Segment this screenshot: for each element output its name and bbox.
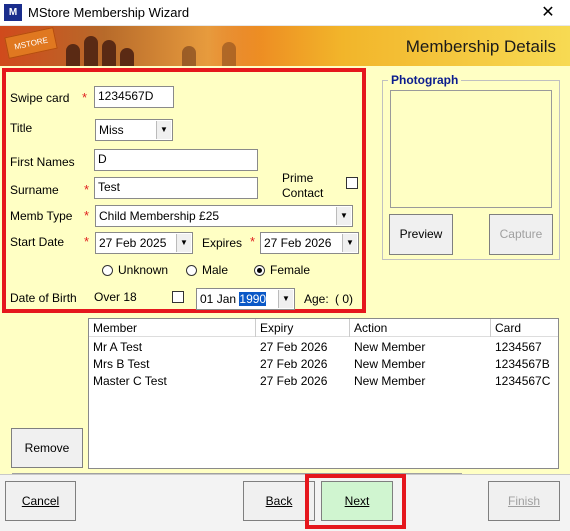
gender-unknown-radio[interactable] <box>102 265 113 276</box>
start-date-value: 27 Feb 2025 <box>99 236 167 250</box>
swipe-card-input[interactable]: 1234567D <box>94 86 174 108</box>
action-cell: New Member <box>354 340 426 354</box>
over-18-checkbox[interactable] <box>172 291 184 303</box>
photograph-group-title: Photograph <box>388 73 462 87</box>
surname-input[interactable]: Test <box>94 177 258 199</box>
banner-people-image <box>62 32 262 66</box>
cancel-button[interactable]: Cancel <box>5 481 76 521</box>
page-title: Membership Details <box>405 37 556 56</box>
table-row[interactable]: Mr A Test 27 Feb 2026 New Member 1234567 <box>89 339 558 356</box>
memb-type-label: Memb Type <box>10 209 73 223</box>
expiry-cell: 27 Feb 2026 <box>260 374 328 388</box>
gender-male-label[interactable]: Male <box>202 263 228 277</box>
memb-type-select[interactable]: Child Membership £25 ▼ <box>95 205 353 227</box>
gender-male-radio[interactable] <box>186 265 197 276</box>
column-header-card[interactable]: Card <box>491 319 558 337</box>
dob-year: 1990 <box>239 292 267 306</box>
preview-button[interactable]: Preview <box>389 214 453 255</box>
title-bar: M MStore Membership Wizard ✕ <box>0 0 570 26</box>
over-18-label: Over 18 <box>94 290 137 304</box>
table-row[interactable]: Master C Test 27 Feb 2026 New Member 123… <box>89 373 558 390</box>
first-names-input[interactable]: D <box>94 149 258 171</box>
gender-unknown-label[interactable]: Unknown <box>118 263 168 277</box>
title-value: Miss <box>99 123 124 137</box>
card-cell: 1234567 <box>495 340 542 354</box>
expiry-cell: 27 Feb 2026 <box>260 357 328 371</box>
close-icon[interactable]: ✕ <box>536 2 560 24</box>
required-marker: * <box>82 90 88 105</box>
gender-female-radio[interactable] <box>254 265 265 276</box>
chevron-down-icon[interactable]: ▼ <box>342 234 357 252</box>
gender-female-label[interactable]: Female <box>270 263 310 277</box>
chevron-down-icon[interactable]: ▼ <box>336 207 351 225</box>
expires-label: Expires <box>202 236 243 250</box>
member-cell: Mr A Test <box>93 340 143 354</box>
prime-contact-label-line1: Prime <box>282 171 314 185</box>
table-row[interactable]: Mrs B Test 27 Feb 2026 New Member 123456… <box>89 356 558 373</box>
banner: MSTORE Membership Details <box>0 26 570 66</box>
photo-frame <box>390 90 552 208</box>
title-select[interactable]: Miss ▼ <box>95 119 173 141</box>
capture-button[interactable]: Capture <box>489 214 553 255</box>
member-cell: Mrs B Test <box>93 357 150 371</box>
column-header-member[interactable]: Member <box>89 319 256 337</box>
required-marker: * <box>250 234 256 249</box>
chevron-down-icon[interactable]: ▼ <box>156 121 171 139</box>
age-label: Age: <box>304 292 329 306</box>
members-table[interactable]: Member Expiry Action Card Mr A Test 27 F… <box>88 318 559 469</box>
chevron-down-icon[interactable]: ▼ <box>176 234 191 252</box>
first-names-label: First Names <box>10 155 75 169</box>
dob-month: Jan <box>216 292 237 306</box>
age-value: ( 0) <box>335 292 353 306</box>
dob-date-picker[interactable]: 01 Jan 1990 ▼ <box>196 288 295 310</box>
dob-day: 01 <box>200 292 214 306</box>
surname-label: Surname <box>10 183 59 197</box>
swipe-card-label: Swipe card <box>10 91 70 105</box>
remove-button[interactable]: Remove <box>11 428 83 468</box>
required-marker: * <box>84 234 90 249</box>
title-label: Title <box>10 121 33 135</box>
app-icon: M <box>4 4 22 21</box>
action-cell: New Member <box>354 357 426 371</box>
wizard-footer: Cancel Back Next Finish <box>0 474 570 531</box>
finish-button[interactable]: Finish <box>488 481 560 521</box>
dob-label: Date of Birth <box>10 291 77 305</box>
action-cell: New Member <box>354 374 426 388</box>
required-marker: * <box>84 182 90 197</box>
prime-contact-checkbox[interactable] <box>346 177 358 189</box>
card-cell: 1234567C <box>495 374 551 388</box>
start-date-picker[interactable]: 27 Feb 2025 ▼ <box>95 232 193 254</box>
expires-value: 27 Feb 2026 <box>264 236 332 250</box>
required-marker: * <box>84 208 90 223</box>
column-header-expiry[interactable]: Expiry <box>256 319 350 337</box>
window-title: MStore Membership Wizard <box>28 5 190 20</box>
members-table-header: Member Expiry Action Card <box>89 319 558 337</box>
card-cell: 1234567B <box>495 357 550 371</box>
start-date-label: Start Date <box>10 235 65 249</box>
next-button-highlight <box>305 474 406 529</box>
expires-date-picker[interactable]: 27 Feb 2026 ▼ <box>260 232 359 254</box>
wizard-window: M MStore Membership Wizard ✕ MSTORE Memb… <box>0 0 570 531</box>
member-cell: Master C Test <box>93 374 167 388</box>
expiry-cell: 27 Feb 2026 <box>260 340 328 354</box>
memb-type-value: Child Membership £25 <box>99 209 220 223</box>
chevron-down-icon[interactable]: ▼ <box>278 290 293 308</box>
column-header-action[interactable]: Action <box>350 319 491 337</box>
prime-contact-label-line2: Contact <box>282 186 324 200</box>
